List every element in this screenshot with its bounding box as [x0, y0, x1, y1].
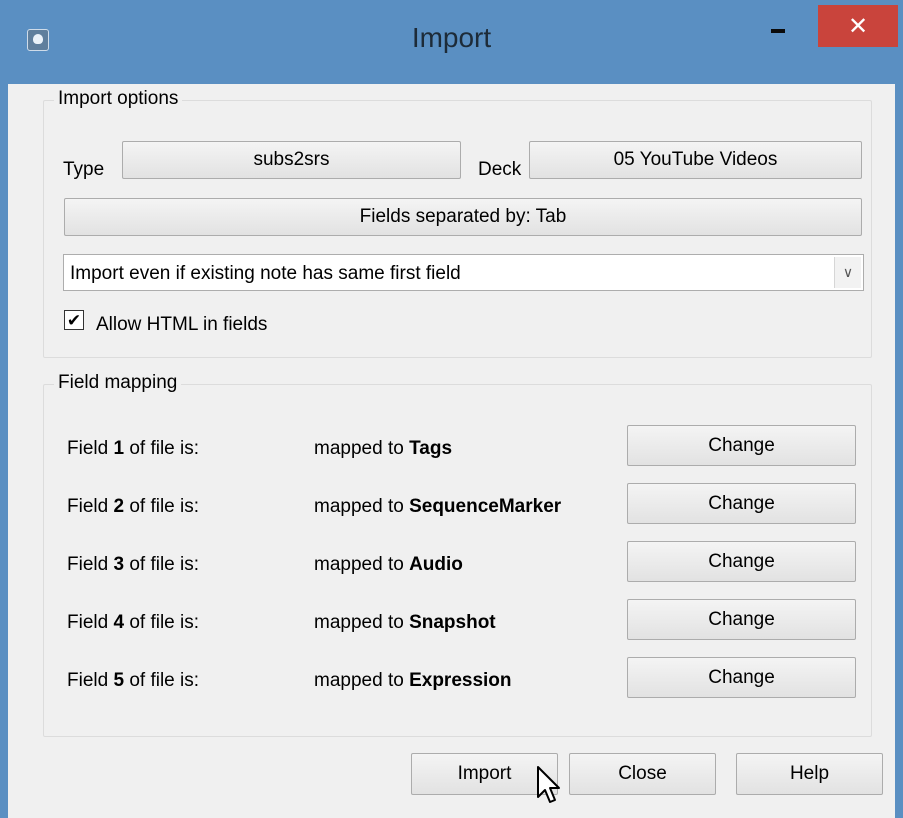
- field-prefix: Field: [67, 496, 114, 517]
- deck-button[interactable]: 05 YouTube Videos: [529, 141, 862, 179]
- duplicate-handling-value: Import even if existing note has same fi…: [70, 263, 461, 284]
- change-mapping-button[interactable]: Change: [627, 483, 856, 524]
- chevron-down-icon[interactable]: ∨: [834, 257, 861, 288]
- duplicate-handling-select[interactable]: Import even if existing note has same fi…: [63, 254, 864, 291]
- minimize-icon: [771, 29, 785, 33]
- field-suffix: of file is:: [124, 670, 200, 691]
- field-suffix: of file is:: [124, 438, 200, 459]
- field-row-label: Field 5 of file is:: [67, 670, 199, 692]
- checkmark-icon: ✔: [66, 310, 82, 330]
- mapped-target: Tags: [409, 438, 453, 459]
- help-button[interactable]: Help: [736, 753, 883, 795]
- import-dialog-window: Import ✕ Import options Type subs2srs De…: [0, 0, 903, 818]
- mapped-prefix: mapped to: [314, 670, 410, 691]
- close-button[interactable]: Close: [569, 753, 716, 795]
- change-mapping-button[interactable]: Change: [627, 425, 856, 466]
- mapped-target: Expression: [409, 670, 512, 691]
- field-prefix: Field: [67, 554, 114, 575]
- field-row-label: Field 1 of file is:: [67, 438, 199, 460]
- close-window-button[interactable]: ✕: [818, 5, 898, 47]
- change-mapping-button[interactable]: Change: [627, 541, 856, 582]
- field-number: 3: [113, 554, 125, 575]
- mapped-prefix: mapped to: [314, 612, 410, 633]
- change-mapping-button[interactable]: Change: [627, 657, 856, 698]
- change-mapping-button[interactable]: Change: [627, 599, 856, 640]
- fields-separator-button[interactable]: Fields separated by: Tab: [64, 198, 862, 236]
- deck-label: Deck: [478, 159, 522, 180]
- field-suffix: of file is:: [124, 496, 200, 517]
- dialog-body: Import options Type subs2srs Deck 05 You…: [8, 84, 895, 818]
- type-label: Type: [63, 159, 105, 180]
- field-mapping-label: Field mapping: [54, 372, 182, 394]
- field-row-label: Field 2 of file is:: [67, 496, 199, 518]
- field-number: 1: [113, 438, 125, 459]
- mapped-to-text: mapped to Audio: [314, 554, 463, 576]
- field-prefix: Field: [67, 670, 114, 691]
- allow-html-checkbox[interactable]: ✔: [64, 310, 84, 330]
- mapped-target: Snapshot: [409, 612, 496, 633]
- field-row-label: Field 3 of file is:: [67, 554, 199, 576]
- mapped-to-text: mapped to Expression: [314, 670, 512, 692]
- field-suffix: of file is:: [124, 554, 200, 575]
- field-number: 4: [113, 612, 125, 633]
- close-icon: ✕: [847, 12, 869, 40]
- app-icon[interactable]: [27, 29, 49, 51]
- field-prefix: Field: [67, 612, 114, 633]
- mouse-cursor-icon: [537, 766, 560, 803]
- field-suffix: of file is:: [124, 612, 200, 633]
- field-row-label: Field 4 of file is:: [67, 612, 199, 634]
- note-type-button[interactable]: subs2srs: [122, 141, 461, 179]
- mapped-to-text: mapped to Snapshot: [314, 612, 496, 634]
- title-bar[interactable]: Import ✕: [0, 0, 903, 82]
- mapped-target: SequenceMarker: [409, 496, 562, 517]
- mapped-to-text: mapped to Tags: [314, 438, 452, 460]
- allow-html-label[interactable]: Allow HTML in fields: [96, 314, 267, 336]
- mapped-prefix: mapped to: [314, 496, 410, 517]
- field-number: 2: [113, 496, 125, 517]
- field-prefix: Field: [67, 438, 114, 459]
- mapped-prefix: mapped to: [314, 438, 410, 459]
- field-number: 5: [113, 670, 125, 691]
- mapped-prefix: mapped to: [314, 554, 410, 575]
- mapped-target: Audio: [409, 554, 463, 575]
- import-options-label: Import options: [54, 88, 183, 110]
- mapped-to-text: mapped to SequenceMarker: [314, 496, 561, 518]
